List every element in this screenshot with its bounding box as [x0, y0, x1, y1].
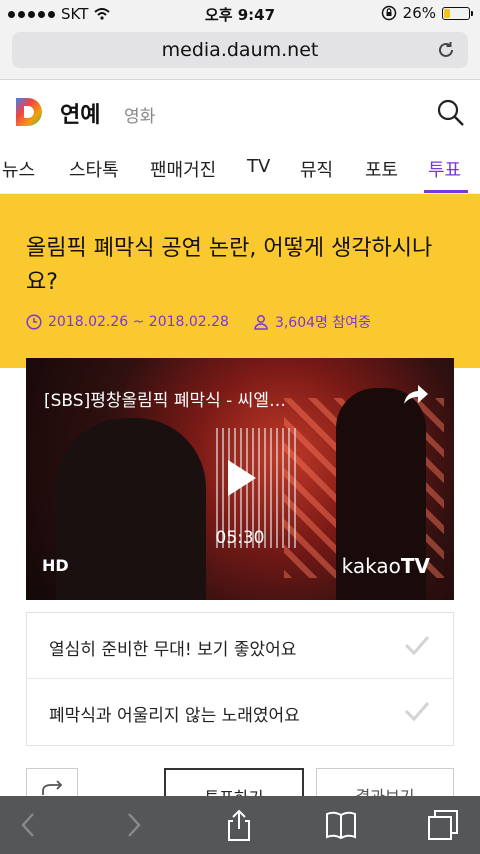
kakaotv-logo-a: kakao [341, 554, 401, 578]
browser-toolbar [0, 796, 480, 854]
video-share-icon[interactable] [400, 380, 430, 410]
battery-icon [442, 6, 473, 20]
vote-option[interactable]: 열심히 준비한 무대! 보기 좋았어요 [27, 613, 453, 679]
reload-icon[interactable] [436, 40, 456, 60]
vote-period: 2018.02.26 ~ 2018.02.28 [48, 314, 229, 330]
video-player[interactable]: [SBS]평창올림픽 폐막식 - 씨엘… 05:30 HD kakaoTV [26, 358, 454, 600]
video-duration: 05:30 [215, 528, 265, 548]
forward-icon[interactable] [116, 808, 150, 842]
check-icon [404, 702, 430, 722]
vote-meta: 2018.02.26 ~ 2018.02.28 3,604명 참여중 [26, 312, 371, 332]
video-title: [SBS]평창올림픽 폐막식 - 씨엘… [44, 391, 286, 411]
tab-news[interactable]: 뉴스 [2, 156, 35, 182]
address-bar[interactable]: media.daum.net [12, 32, 468, 68]
vote-option-label: 열심히 준비한 무대! 보기 좋았어요 [49, 640, 297, 660]
back-icon[interactable] [12, 808, 46, 842]
vote-banner: 올림픽 폐막식 공연 논란, 어떻게 생각하시나요? 2018.02.26 ~ … [0, 194, 480, 368]
performer-left [56, 418, 206, 600]
play-icon[interactable] [224, 458, 258, 498]
tab-fan-magazine[interactable]: 팬매거진 [150, 156, 216, 182]
hd-badge: HD [42, 556, 69, 575]
participant-count: 3,604명 참여중 [274, 315, 372, 331]
category-tabs: 뉴스 스타톡 팬매거진 TV 뮤직 포토 투표 [0, 142, 480, 194]
status-bar: SKT 오후 9:47 26% [0, 0, 480, 28]
section-title[interactable]: 연예 [60, 97, 100, 129]
battery-percent: 26% [402, 4, 436, 22]
battery-fill [444, 8, 451, 18]
page: SKT 오후 9:47 26% media.daum.net 연예 영화 뉴스 … [0, 0, 480, 854]
share-icon[interactable] [222, 808, 256, 842]
status-right: 26% [381, 4, 473, 22]
person-icon [254, 315, 268, 330]
tab-music[interactable]: 뮤직 [300, 156, 333, 182]
kakaotv-logo: kakaoTV [342, 554, 430, 578]
tabs-icon[interactable] [426, 808, 460, 842]
clock-icon [26, 314, 42, 330]
rotation-lock-icon [381, 5, 396, 21]
vote-option[interactable]: 폐막식과 어울리지 않는 노래였어요 [27, 679, 453, 745]
tab-tv[interactable]: TV [247, 156, 270, 177]
browser-chrome: SKT 오후 9:47 26% media.daum.net [0, 0, 480, 80]
site-header: 연예 영화 [0, 80, 480, 142]
vote-option-label: 폐막식과 어울리지 않는 노래였어요 [49, 706, 300, 726]
tab-startalk[interactable]: 스타톡 [69, 156, 119, 182]
search-icon[interactable] [436, 98, 466, 128]
bookmarks-icon[interactable] [324, 808, 358, 842]
tab-vote[interactable]: 투표 [428, 156, 461, 182]
vote-options: 열심히 준비한 무대! 보기 좋았어요 폐막식과 어울리지 않는 노래였어요 [26, 612, 454, 746]
kakaotv-logo-b: TV [400, 554, 430, 578]
movie-link[interactable]: 영화 [124, 102, 155, 127]
tab-photo[interactable]: 포토 [365, 156, 398, 182]
vote-title: 올림픽 폐막식 공연 논란, 어떻게 생각하시나요? [26, 236, 433, 295]
url-text: media.daum.net [161, 39, 319, 61]
check-icon [404, 636, 430, 656]
daum-logo[interactable] [14, 96, 46, 128]
active-tab-indicator [424, 190, 468, 193]
